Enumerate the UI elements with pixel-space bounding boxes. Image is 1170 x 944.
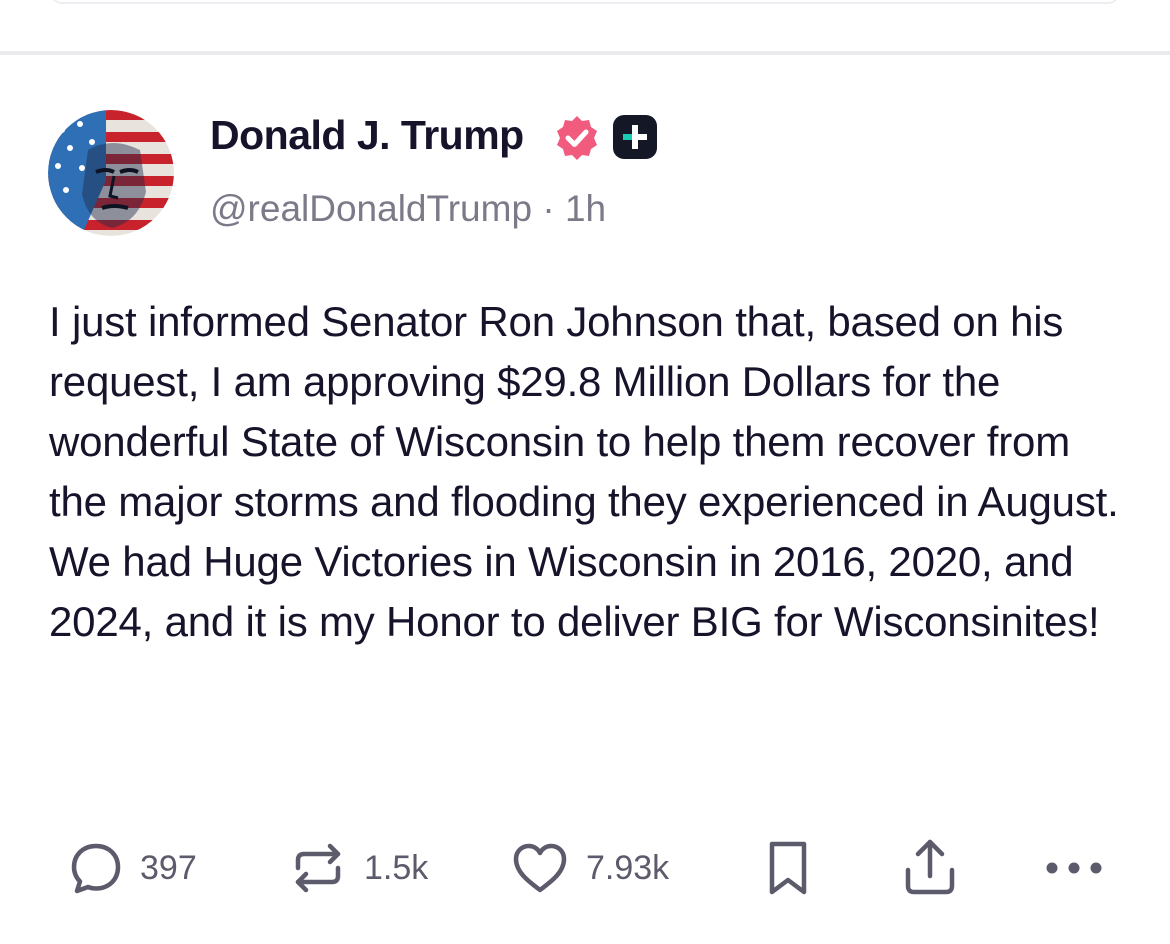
author-handle[interactable]: @realDonaldTrump — [210, 188, 532, 229]
reply-count: 397 — [140, 848, 197, 887]
meta-separator: · — [542, 188, 555, 229]
post-page: Donald J. Trump @realDonaldTrump · 1h I … — [0, 0, 1170, 944]
reply-icon — [71, 843, 121, 894]
plus-icon[interactable] — [612, 114, 658, 160]
bookmark-icon — [769, 841, 807, 895]
share-button[interactable] — [900, 836, 960, 900]
repost-button[interactable]: 1.5k — [286, 836, 428, 900]
post-body: I just informed Senator Ron Johnson that… — [49, 298, 1119, 645]
search-bar-edge[interactable] — [50, 0, 1120, 4]
author-meta: @realDonaldTrump · 1h — [210, 188, 606, 230]
reply-button[interactable]: 397 — [66, 836, 197, 900]
action-bar: 397 1.5k 7.93k — [0, 836, 1170, 900]
verified-badge-icon — [553, 114, 601, 162]
more-dots-icon — [1046, 862, 1102, 874]
more-options-button[interactable] — [1042, 836, 1106, 900]
repost-count: 1.5k — [364, 848, 429, 887]
divider — [0, 51, 1170, 55]
share-icon — [905, 839, 955, 895]
like-count: 7.93k — [586, 848, 670, 887]
bookmark-button[interactable] — [760, 836, 816, 900]
heart-icon — [513, 843, 567, 893]
like-button[interactable]: 7.93k — [508, 836, 669, 900]
avatar[interactable] — [48, 110, 174, 236]
author-display-name[interactable]: Donald J. Trump — [210, 112, 524, 159]
repost-icon — [295, 843, 341, 893]
post-time[interactable]: 1h — [565, 188, 606, 229]
